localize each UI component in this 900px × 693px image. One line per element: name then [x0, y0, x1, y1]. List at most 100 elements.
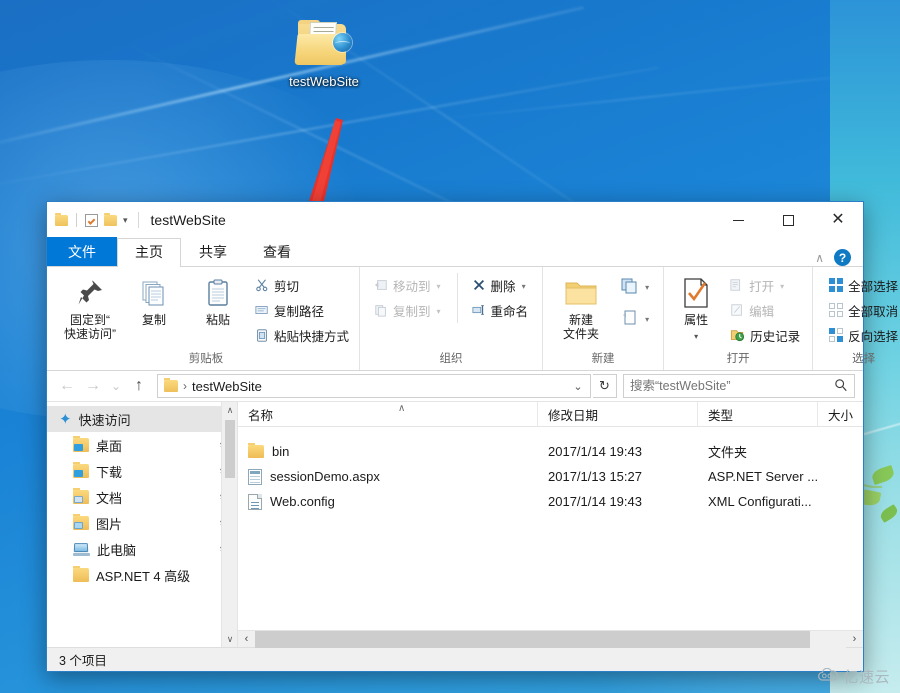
- scrollbar-thumb[interactable]: [255, 630, 810, 648]
- sidebar-item-pictures[interactable]: 图片: [47, 510, 237, 536]
- sidebar-item-documents[interactable]: 文档: [47, 484, 237, 510]
- up-button[interactable]: ↑: [127, 374, 151, 398]
- scrollbar-track[interactable]: [255, 630, 846, 648]
- folder-icon: [73, 566, 89, 582]
- tab-share[interactable]: 共享: [181, 238, 245, 267]
- chevron-down-icon[interactable]: ▾: [437, 304, 441, 320]
- sidebar-item-aspnet4[interactable]: ASP.NET 4 高级: [47, 562, 237, 588]
- delete-button[interactable]: 删除 ▾: [468, 276, 533, 298]
- navigation-scrollbar[interactable]: ∧ ∨: [221, 402, 237, 647]
- chevron-down-icon[interactable]: ▾: [645, 280, 649, 296]
- search-input[interactable]: [630, 379, 830, 393]
- column-header-label: 修改日期: [548, 408, 599, 423]
- chevron-down-icon[interactable]: ▾: [123, 215, 128, 225]
- column-header-type[interactable]: 类型: [698, 401, 818, 427]
- cloud-logo-icon: [817, 667, 839, 686]
- forward-button[interactable]: →: [81, 374, 105, 398]
- select-all-button[interactable]: 全部选择: [825, 276, 900, 298]
- column-headers: 名称 ∧ 修改日期 类型 大小: [238, 401, 863, 427]
- copy-button[interactable]: 复制: [123, 273, 185, 330]
- copy-path-button[interactable]: 复制路径: [251, 301, 353, 323]
- maximize-button[interactable]: [763, 202, 813, 238]
- scroll-up-icon[interactable]: ∧: [222, 402, 238, 418]
- chevron-down-icon[interactable]: ▾: [437, 279, 441, 295]
- back-button[interactable]: ←: [55, 374, 79, 398]
- open-button[interactable]: 打开 ▾: [726, 276, 804, 298]
- chevron-down-icon[interactable]: ▾: [694, 330, 698, 344]
- tab-home[interactable]: 主页: [117, 238, 181, 267]
- sidebar-item-downloads[interactable]: 下载: [47, 458, 237, 484]
- file-list-pane: 名称 ∧ 修改日期 类型 大小 bin 2017/1/14 19:43 文件夹 …: [237, 401, 863, 648]
- ribbon-help-area: ∧ ?: [815, 249, 863, 266]
- paste-label: 粘贴: [205, 313, 230, 327]
- new-stack-buttons: ▾ ▾: [617, 273, 653, 332]
- group-title-open: 打开: [726, 353, 750, 365]
- paste-shortcut-button[interactable]: 粘贴快捷方式: [251, 326, 353, 348]
- recent-locations-button[interactable]: ⌄: [107, 374, 125, 398]
- folder-icon[interactable]: [55, 212, 68, 226]
- close-button[interactable]: ✕: [813, 202, 863, 238]
- copy-path-icon: [255, 303, 269, 321]
- pin-to-quick-access-button[interactable]: 固定到“ 快速访问”: [59, 273, 121, 344]
- copy-icon: [139, 276, 169, 310]
- refresh-button[interactable]: ↻: [593, 374, 617, 398]
- sidebar-item-this-pc[interactable]: 此电脑: [47, 536, 237, 562]
- history-button[interactable]: 历史记录: [726, 326, 804, 348]
- copy-to-button[interactable]: 复制到 ▾: [370, 301, 445, 323]
- watermark-text: 亿速云: [843, 669, 890, 686]
- horizontal-scrollbar[interactable]: ‹ ›: [238, 630, 863, 648]
- new-folder-button[interactable]: 新建 文件夹: [553, 273, 609, 344]
- scroll-right-icon[interactable]: ›: [846, 633, 863, 645]
- copy-path-label: 复制路径: [274, 305, 325, 319]
- rename-button[interactable]: 重命名: [468, 301, 533, 323]
- scroll-down-icon[interactable]: ∨: [222, 631, 238, 647]
- move-to-button[interactable]: 移动到 ▾: [370, 276, 445, 298]
- column-header-name[interactable]: 名称: [238, 401, 538, 427]
- group-title-select: 选择: [852, 353, 876, 365]
- scrollbar-thumb[interactable]: [225, 420, 235, 478]
- folder-icon[interactable]: [104, 212, 117, 226]
- search-box[interactable]: [623, 374, 855, 398]
- delete-label: 删除: [490, 280, 516, 294]
- desktop-icon-testwebsite[interactable]: testWebSite: [276, 20, 372, 89]
- chevron-down-icon[interactable]: ▾: [645, 312, 649, 328]
- window-controls: ✕: [713, 202, 863, 238]
- table-row[interactable]: bin 2017/1/14 19:43 文件夹: [238, 439, 863, 464]
- chevron-down-icon[interactable]: ▾: [522, 279, 526, 295]
- easy-access-button[interactable]: ▾: [617, 308, 653, 332]
- paste-shortcut-label: 粘贴快捷方式: [274, 330, 350, 344]
- cut-button[interactable]: 剪切: [251, 276, 353, 298]
- breadcrumb-current-path[interactable]: testWebSite: [192, 379, 262, 394]
- desktop-icon-label: testWebSite: [289, 74, 359, 89]
- documents-folder-icon: [73, 488, 89, 504]
- column-header-date[interactable]: 修改日期: [538, 401, 698, 427]
- scroll-left-icon[interactable]: ‹: [238, 633, 255, 645]
- properties-button[interactable]: 属性 ▾: [672, 273, 720, 347]
- address-breadcrumb-bar[interactable]: › testWebSite ⌄: [157, 374, 591, 398]
- new-item-button[interactable]: ▾: [617, 276, 653, 300]
- table-row[interactable]: Web.config 2017/1/14 19:43 XML Configura…: [238, 489, 863, 514]
- edit-label: 编辑: [749, 305, 775, 319]
- magnifier-icon[interactable]: [834, 378, 848, 395]
- tab-file[interactable]: 文件: [47, 237, 117, 266]
- invert-selection-button[interactable]: 反向选择: [825, 326, 900, 348]
- this-pc-icon: [73, 542, 90, 556]
- quick-access-toolbar: ▾: [55, 212, 128, 227]
- column-header-size[interactable]: 大小: [818, 402, 863, 427]
- table-row[interactable]: sessionDemo.aspx 2017/1/13 15:27 ASP.NET…: [238, 464, 863, 489]
- edit-button[interactable]: 编辑: [726, 301, 804, 323]
- help-icon[interactable]: ?: [834, 249, 851, 266]
- checkbox-checked-icon[interactable]: [85, 213, 98, 227]
- tab-view[interactable]: 查看: [245, 238, 309, 267]
- rename-icon: [471, 303, 486, 321]
- sidebar-item-desktop[interactable]: 桌面: [47, 432, 237, 458]
- paste-icon: [203, 276, 233, 310]
- select-none-button[interactable]: 全部取消: [825, 301, 900, 323]
- collapse-ribbon-icon[interactable]: ∧: [815, 251, 824, 265]
- paste-button[interactable]: 粘贴: [187, 273, 249, 330]
- chevron-down-icon[interactable]: ▾: [780, 279, 784, 295]
- open-icon: [730, 278, 744, 296]
- chevron-down-icon[interactable]: ⌄: [568, 380, 588, 393]
- sidebar-item-quick-access[interactable]: ✦ 快速访问: [47, 406, 237, 432]
- minimize-button[interactable]: [713, 202, 763, 238]
